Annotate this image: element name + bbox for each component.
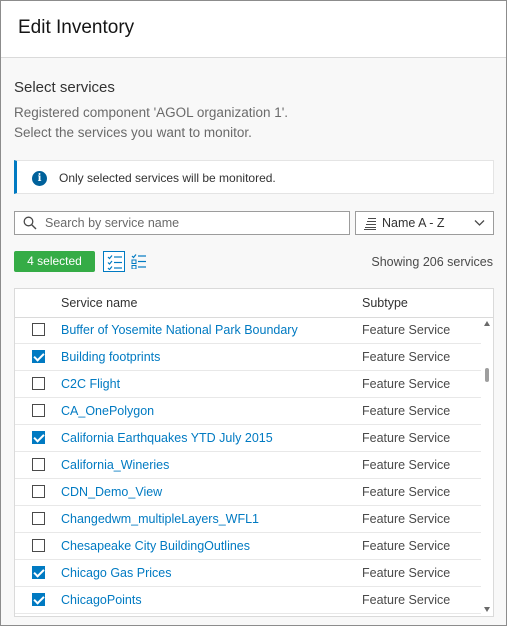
- table-row[interactable]: Building footprints Feature Service: [15, 344, 481, 371]
- section-title: Select services: [14, 79, 115, 96]
- row-checkbox[interactable]: [32, 566, 45, 579]
- checklist-selected-icon: [107, 255, 122, 270]
- row-checkbox[interactable]: [32, 404, 45, 417]
- service-subtype: Feature Service: [362, 404, 451, 418]
- service-subtype: Feature Service: [362, 539, 451, 553]
- search-icon: [23, 216, 37, 230]
- service-name-link[interactable]: California Earthquakes YTD July 2015: [61, 431, 273, 445]
- info-icon: i: [32, 171, 47, 186]
- notice-text: Only selected services will be monitored…: [59, 171, 276, 185]
- service-subtype: Feature Service: [362, 512, 451, 526]
- table-body: Buffer of Yosemite National Park Boundar…: [15, 317, 481, 614]
- row-checkbox[interactable]: [32, 593, 45, 606]
- show-all-button[interactable]: [128, 251, 150, 272]
- row-checkbox[interactable]: [32, 377, 45, 390]
- service-name-link[interactable]: ChicagoPoints: [61, 593, 142, 607]
- service-name-link[interactable]: Chicago Gas Prices: [61, 566, 171, 580]
- services-count: Showing 206 services: [371, 255, 493, 269]
- table-row[interactable]: Chesapeake City BuildingOutlines Feature …: [15, 533, 481, 560]
- table-row[interactable]: ChicagoPoints Feature Service: [15, 587, 481, 614]
- column-header-subtype[interactable]: Subtype: [362, 296, 408, 310]
- service-name-link[interactable]: Building footprints: [61, 350, 160, 364]
- table-row[interactable]: California Earthquakes YTD July 2015 Feat…: [15, 425, 481, 452]
- scroll-up-icon[interactable]: [484, 321, 490, 326]
- service-subtype: Feature Service: [362, 377, 451, 391]
- row-checkbox[interactable]: [32, 485, 45, 498]
- service-subtype: Feature Service: [362, 350, 451, 364]
- column-header-service-name[interactable]: Service name: [61, 296, 137, 310]
- service-subtype: Feature Service: [362, 458, 451, 472]
- service-subtype: Feature Service: [362, 323, 451, 337]
- service-name-link[interactable]: C2C Flight: [61, 377, 120, 391]
- service-name-link[interactable]: Chesapeake City BuildingOutlines: [61, 539, 250, 553]
- description-line-1: Registered component 'AGOL organization …: [14, 105, 289, 120]
- show-selected-button[interactable]: [103, 251, 125, 272]
- row-checkbox[interactable]: [32, 458, 45, 471]
- sort-select[interactable]: Name A - Z: [355, 211, 494, 235]
- service-name-link[interactable]: Changedwm_multipleLayers_WFL1: [61, 512, 259, 526]
- chevron-down-icon: [474, 220, 485, 226]
- row-checkbox[interactable]: [32, 431, 45, 444]
- scrollbar[interactable]: [481, 317, 493, 616]
- table-row[interactable]: Changedwm_multipleLayers_WFL1 Feature Ser…: [15, 506, 481, 533]
- panel-header: Edit Inventory: [1, 1, 506, 58]
- scrollbar-thumb[interactable]: [485, 368, 489, 382]
- table-header: Service name Subtype: [15, 289, 493, 318]
- table-row[interactable]: California_Wineries Feature Service: [15, 452, 481, 479]
- service-name-link[interactable]: Buffer of Yosemite National Park Boundar…: [61, 323, 298, 337]
- sort-label: Name A - Z: [382, 216, 445, 230]
- search-box[interactable]: [14, 211, 350, 235]
- service-name-link[interactable]: CA_OnePolygon: [61, 404, 154, 418]
- info-notice: i Only selected services will be monitor…: [14, 160, 494, 194]
- checklist-icon: [131, 254, 146, 269]
- scroll-down-icon[interactable]: [484, 607, 490, 612]
- panel-title: Edit Inventory: [18, 17, 135, 38]
- sort-icon: [364, 218, 376, 230]
- search-input[interactable]: [45, 212, 343, 234]
- services-table: Service name Subtype Buffer of Yosemite …: [14, 288, 494, 617]
- table-row[interactable]: CA_OnePolygon Feature Service: [15, 398, 481, 425]
- table-row[interactable]: C2C Flight Feature Service: [15, 371, 481, 398]
- service-subtype: Feature Service: [362, 485, 451, 499]
- row-checkbox[interactable]: [32, 539, 45, 552]
- table-row[interactable]: Buffer of Yosemite National Park Boundar…: [15, 317, 481, 344]
- service-subtype: Feature Service: [362, 593, 451, 607]
- table-row[interactable]: Chicago Gas Prices Feature Service: [15, 560, 481, 587]
- row-checkbox[interactable]: [32, 512, 45, 525]
- service-subtype: Feature Service: [362, 566, 451, 580]
- row-checkbox[interactable]: [32, 323, 45, 336]
- edit-inventory-panel: Edit Inventory Select services Registere…: [0, 0, 507, 626]
- row-checkbox[interactable]: [32, 350, 45, 363]
- service-subtype: Feature Service: [362, 431, 451, 445]
- service-name-link[interactable]: California_Wineries: [61, 458, 169, 472]
- service-name-link[interactable]: CDN_Demo_View: [61, 485, 162, 499]
- table-row[interactable]: CDN_Demo_View Feature Service: [15, 479, 481, 506]
- selected-count-badge[interactable]: 4 selected: [14, 251, 95, 272]
- description-line-2: Select the services you want to monitor.: [14, 125, 252, 140]
